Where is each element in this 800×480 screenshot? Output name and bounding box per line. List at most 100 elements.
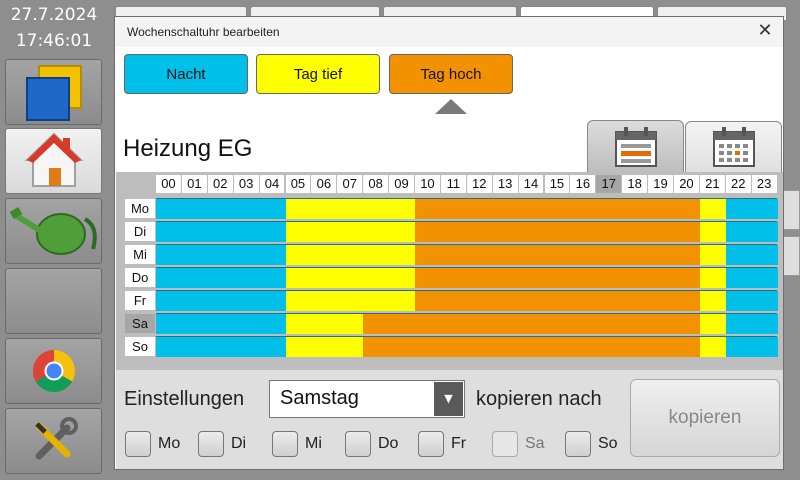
schedule-segment[interactable] [699, 268, 726, 288]
schedule-segment[interactable] [156, 337, 286, 357]
schedule-segment[interactable] [156, 291, 286, 311]
hour-divider [595, 175, 597, 193]
schedule-row-mi[interactable] [156, 244, 778, 265]
copy-checkbox-label: Sa [525, 435, 545, 452]
schedule-segment[interactable] [415, 222, 700, 242]
copy-checkbox-do[interactable] [345, 431, 371, 457]
schedule-segment[interactable] [363, 337, 700, 357]
sidebar-item-windows[interactable] [5, 59, 102, 125]
schedule-segment[interactable] [699, 199, 726, 219]
hour-divider [439, 175, 441, 193]
schedule-segment[interactable] [725, 268, 778, 288]
copy-button[interactable]: kopieren [630, 379, 780, 457]
sidebar-item-home[interactable] [5, 128, 102, 194]
copy-checkbox-di[interactable] [198, 431, 224, 457]
close-icon[interactable]: ✕ [755, 22, 775, 42]
hour-divider [543, 175, 545, 193]
schedule-row-di[interactable] [156, 221, 778, 242]
schedule-segment[interactable] [415, 291, 700, 311]
sidebar-item-watering[interactable] [5, 198, 102, 264]
schedule-segment[interactable] [363, 314, 700, 334]
copy-checkbox-label: Mi [305, 435, 322, 452]
schedule-segment[interactable] [156, 245, 286, 265]
chevron-down-icon[interactable]: ▼ [434, 382, 463, 416]
copy-checkbox-label: Mo [158, 435, 181, 452]
schedule-segment[interactable] [725, 245, 778, 265]
schedule-row-so[interactable] [156, 336, 778, 357]
sidebar-item-chrome[interactable] [5, 338, 102, 404]
date-display: 27.7.2024 [10, 5, 98, 25]
sidebar-item-empty[interactable] [5, 268, 102, 334]
schedule-segment[interactable] [285, 199, 415, 219]
day-select[interactable]: Samstag ▼ [269, 380, 465, 418]
schedule-segment[interactable] [725, 314, 778, 334]
schedule-segment[interactable] [725, 222, 778, 242]
selected-mode-indicator [435, 99, 467, 114]
schedule-segment[interactable] [699, 222, 726, 242]
hour-divider [180, 175, 182, 193]
schedule-segment[interactable] [156, 314, 286, 334]
schedule-segment[interactable] [699, 245, 726, 265]
copy-checkbox-sa [492, 431, 518, 457]
settings-label: Einstellungen [124, 388, 245, 410]
windows-icon [25, 65, 82, 121]
copy-checkbox-mi[interactable] [272, 431, 298, 457]
schedule-segment[interactable] [156, 199, 286, 219]
schedule-row-do[interactable] [156, 267, 778, 288]
time-display: 17:46:01 [15, 31, 93, 51]
schedule-segment[interactable] [285, 245, 415, 265]
schedule-row-sa[interactable] [156, 313, 778, 334]
schedule-segment[interactable] [285, 314, 364, 334]
hour-label-16: 16 [570, 175, 596, 193]
schedule-segment[interactable] [725, 291, 778, 311]
hour-label-05: 05 [285, 175, 311, 193]
schedule-segment[interactable] [415, 199, 700, 219]
day-label-mo: Mo [125, 199, 155, 218]
sidebar-item-settings[interactable] [5, 408, 102, 474]
hour-label-00: 00 [156, 175, 181, 193]
copy-checkbox-fr[interactable] [418, 431, 444, 457]
hour-label-21: 21 [699, 175, 725, 193]
schedule-segment[interactable] [699, 314, 726, 334]
schedule-segment[interactable] [156, 268, 286, 288]
hour-label-08: 08 [363, 175, 389, 193]
tools-icon [34, 417, 78, 460]
mode-button-tag-tief[interactable]: Tag tief [256, 54, 380, 94]
day-label-do: Do [125, 268, 155, 287]
hour-divider [258, 175, 260, 193]
hour-label-06: 06 [311, 175, 337, 193]
schedule-segment[interactable] [725, 199, 778, 219]
schedule-row-mo[interactable] [156, 198, 778, 219]
calendar-icon [614, 127, 657, 167]
hour-label-04: 04 [259, 175, 285, 193]
schedule-segment[interactable] [725, 337, 778, 357]
copy-checkbox-label: Fr [451, 435, 467, 452]
schedule-segment[interactable] [699, 291, 726, 311]
mode-button-nacht[interactable]: Nacht [124, 54, 248, 94]
hour-label-11: 11 [440, 175, 466, 193]
hour-divider [491, 175, 493, 193]
hour-label-17: 17 [596, 175, 622, 193]
schedule-segment[interactable] [285, 268, 415, 288]
mode-button-tag-hoch[interactable]: Tag hoch [389, 54, 513, 94]
tab-day-view[interactable] [685, 121, 782, 173]
schedule-segment[interactable] [156, 222, 286, 242]
hour-divider [336, 175, 338, 193]
schedule-row-fr[interactable] [156, 290, 778, 311]
day-label-sa: Sa [125, 314, 155, 333]
schedule-segment[interactable] [285, 291, 415, 311]
schedule-segment[interactable] [699, 337, 726, 357]
schedule-segment[interactable] [285, 222, 415, 242]
tab-week-view[interactable] [587, 120, 684, 174]
schedule-segment[interactable] [415, 268, 700, 288]
weekly-timer-dialog: Wochenschaltuhr bearbeiten ✕ Nacht Tag t… [114, 16, 784, 470]
copy-checkbox-mo[interactable] [125, 431, 151, 457]
hour-label-12: 12 [466, 175, 492, 193]
schedule-segment[interactable] [285, 337, 364, 357]
hour-label-03: 03 [233, 175, 259, 193]
schedule-segment[interactable] [415, 245, 700, 265]
day-label-so: So [125, 337, 155, 356]
hour-label-07: 07 [337, 175, 363, 193]
copy-checkbox-label: Do [378, 435, 399, 452]
copy-checkbox-so[interactable] [565, 431, 591, 457]
